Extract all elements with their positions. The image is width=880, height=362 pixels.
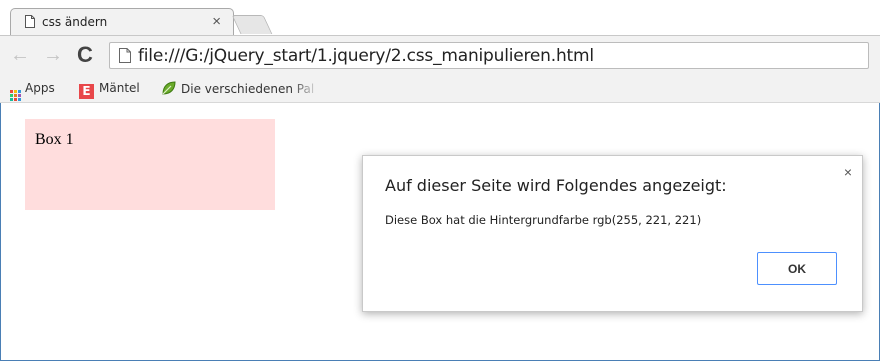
browser-tab[interactable]: css ändern × bbox=[10, 8, 234, 35]
tab-title: css ändern bbox=[42, 15, 108, 29]
forward-arrow-icon[interactable]: → bbox=[43, 44, 63, 67]
bookmark-mantel[interactable]: E Mäntel bbox=[79, 81, 140, 99]
box-label: Box 1 bbox=[35, 131, 74, 148]
dialog-message: Diese Box hat die Hintergrundfarbe rgb(2… bbox=[385, 213, 702, 227]
browser-toolbar: ← → C file:///G:/jQuery_start/1.jquery/2… bbox=[0, 35, 880, 76]
bookmarks-bar: Apps E Mäntel Die verschiedenen Pal bbox=[0, 75, 880, 103]
bookmark-label: Apps bbox=[25, 81, 55, 95]
reload-icon[interactable]: C bbox=[77, 42, 93, 68]
ok-button[interactable]: OK bbox=[757, 252, 837, 285]
box-1: Box 1 bbox=[25, 119, 275, 210]
tab-strip: css ändern × bbox=[0, 0, 880, 35]
tab-close-icon[interactable]: × bbox=[212, 13, 221, 30]
e-logo-icon: E bbox=[79, 84, 94, 99]
apps-grid-icon bbox=[10, 90, 21, 101]
new-tab-button[interactable] bbox=[231, 15, 273, 34]
bookmark-label: Mäntel bbox=[99, 81, 140, 95]
page-document-icon bbox=[119, 48, 131, 63]
document-icon bbox=[25, 15, 35, 28]
address-url: file:///G:/jQuery_start/1.jquery/2.css_m… bbox=[138, 46, 594, 66]
close-icon[interactable]: × bbox=[844, 164, 852, 180]
address-bar[interactable]: file:///G:/jQuery_start/1.jquery/2.css_m… bbox=[109, 42, 869, 69]
dialog-title: Auf dieser Seite wird Folgendes angezeig… bbox=[385, 176, 727, 195]
leaf-icon bbox=[162, 81, 176, 95]
bookmark-fade bbox=[290, 75, 320, 102]
bookmark-apps[interactable]: Apps bbox=[10, 81, 55, 101]
alert-dialog: × Auf dieser Seite wird Folgendes angeze… bbox=[362, 155, 863, 312]
back-arrow-icon[interactable]: ← bbox=[10, 44, 30, 67]
